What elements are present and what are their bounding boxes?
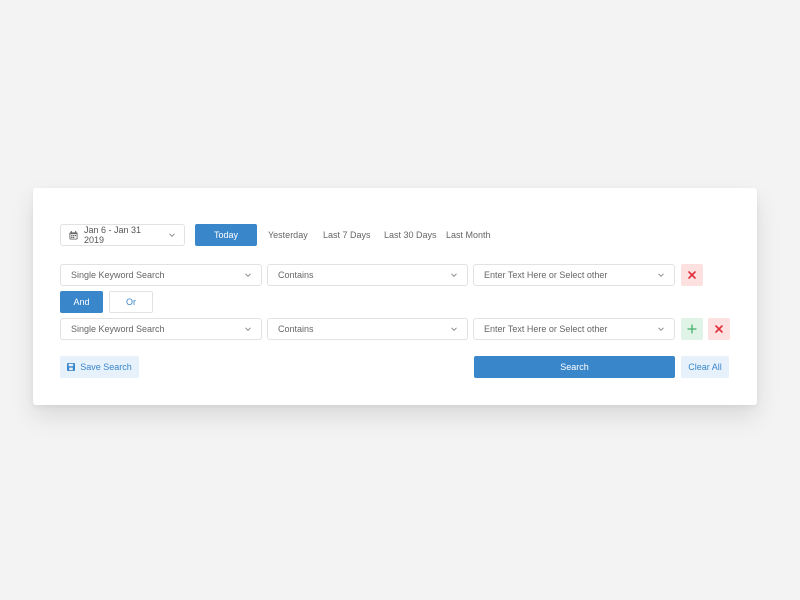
chevron-down-icon bbox=[658, 327, 664, 332]
value-select-2[interactable]: Enter Text Here or Select other bbox=[473, 318, 675, 340]
date-range-label: Jan 6 - Jan 31 2019 bbox=[84, 225, 142, 245]
chevron-down-icon bbox=[245, 327, 251, 332]
last-7-days-link[interactable]: Last 7 Days bbox=[323, 224, 371, 246]
floppy-disk-icon bbox=[67, 363, 76, 371]
save-search-button[interactable]: Save Search bbox=[60, 356, 139, 378]
remove-condition-button-2[interactable] bbox=[708, 318, 730, 340]
operator-select-value: Contains bbox=[278, 324, 314, 334]
plus-icon bbox=[687, 324, 697, 334]
field-select-value: Single Keyword Search bbox=[71, 324, 165, 334]
chevron-down-icon bbox=[658, 273, 664, 278]
operator-select-1[interactable]: Contains bbox=[267, 264, 468, 286]
chevron-down-icon bbox=[169, 233, 175, 238]
and-toggle-button[interactable]: And bbox=[60, 291, 103, 313]
operator-select-value: Contains bbox=[278, 270, 314, 280]
or-toggle-button[interactable]: Or bbox=[109, 291, 153, 313]
date-range-picker[interactable]: Jan 6 - Jan 31 2019 bbox=[60, 224, 185, 246]
chevron-down-icon bbox=[451, 327, 457, 332]
clear-all-button[interactable]: Clear All bbox=[681, 356, 729, 378]
search-button[interactable]: Search bbox=[474, 356, 675, 378]
last-30-days-link[interactable]: Last 30 Days bbox=[384, 224, 437, 246]
operator-select-2[interactable]: Contains bbox=[267, 318, 468, 340]
close-icon bbox=[715, 325, 723, 333]
today-button[interactable]: Today bbox=[195, 224, 257, 246]
field-select-value: Single Keyword Search bbox=[71, 270, 165, 280]
save-search-label: Save Search bbox=[80, 362, 132, 372]
field-select-1[interactable]: Single Keyword Search bbox=[60, 264, 262, 286]
calendar-icon bbox=[69, 230, 78, 240]
last-month-link[interactable]: Last Month bbox=[446, 224, 491, 246]
yesterday-link[interactable]: Yesterday bbox=[268, 224, 308, 246]
value-select-1[interactable]: Enter Text Here or Select other bbox=[473, 264, 675, 286]
remove-condition-button-1[interactable] bbox=[681, 264, 703, 286]
close-icon bbox=[688, 271, 696, 279]
chevron-down-icon bbox=[451, 273, 457, 278]
add-condition-button[interactable] bbox=[681, 318, 703, 340]
value-select-placeholder: Enter Text Here or Select other bbox=[484, 270, 608, 280]
chevron-down-icon bbox=[245, 273, 251, 278]
field-select-2[interactable]: Single Keyword Search bbox=[60, 318, 262, 340]
search-filter-panel: Jan 6 - Jan 31 2019 Today Yesterday Last… bbox=[33, 188, 757, 405]
value-select-placeholder: Enter Text Here or Select other bbox=[484, 324, 608, 334]
